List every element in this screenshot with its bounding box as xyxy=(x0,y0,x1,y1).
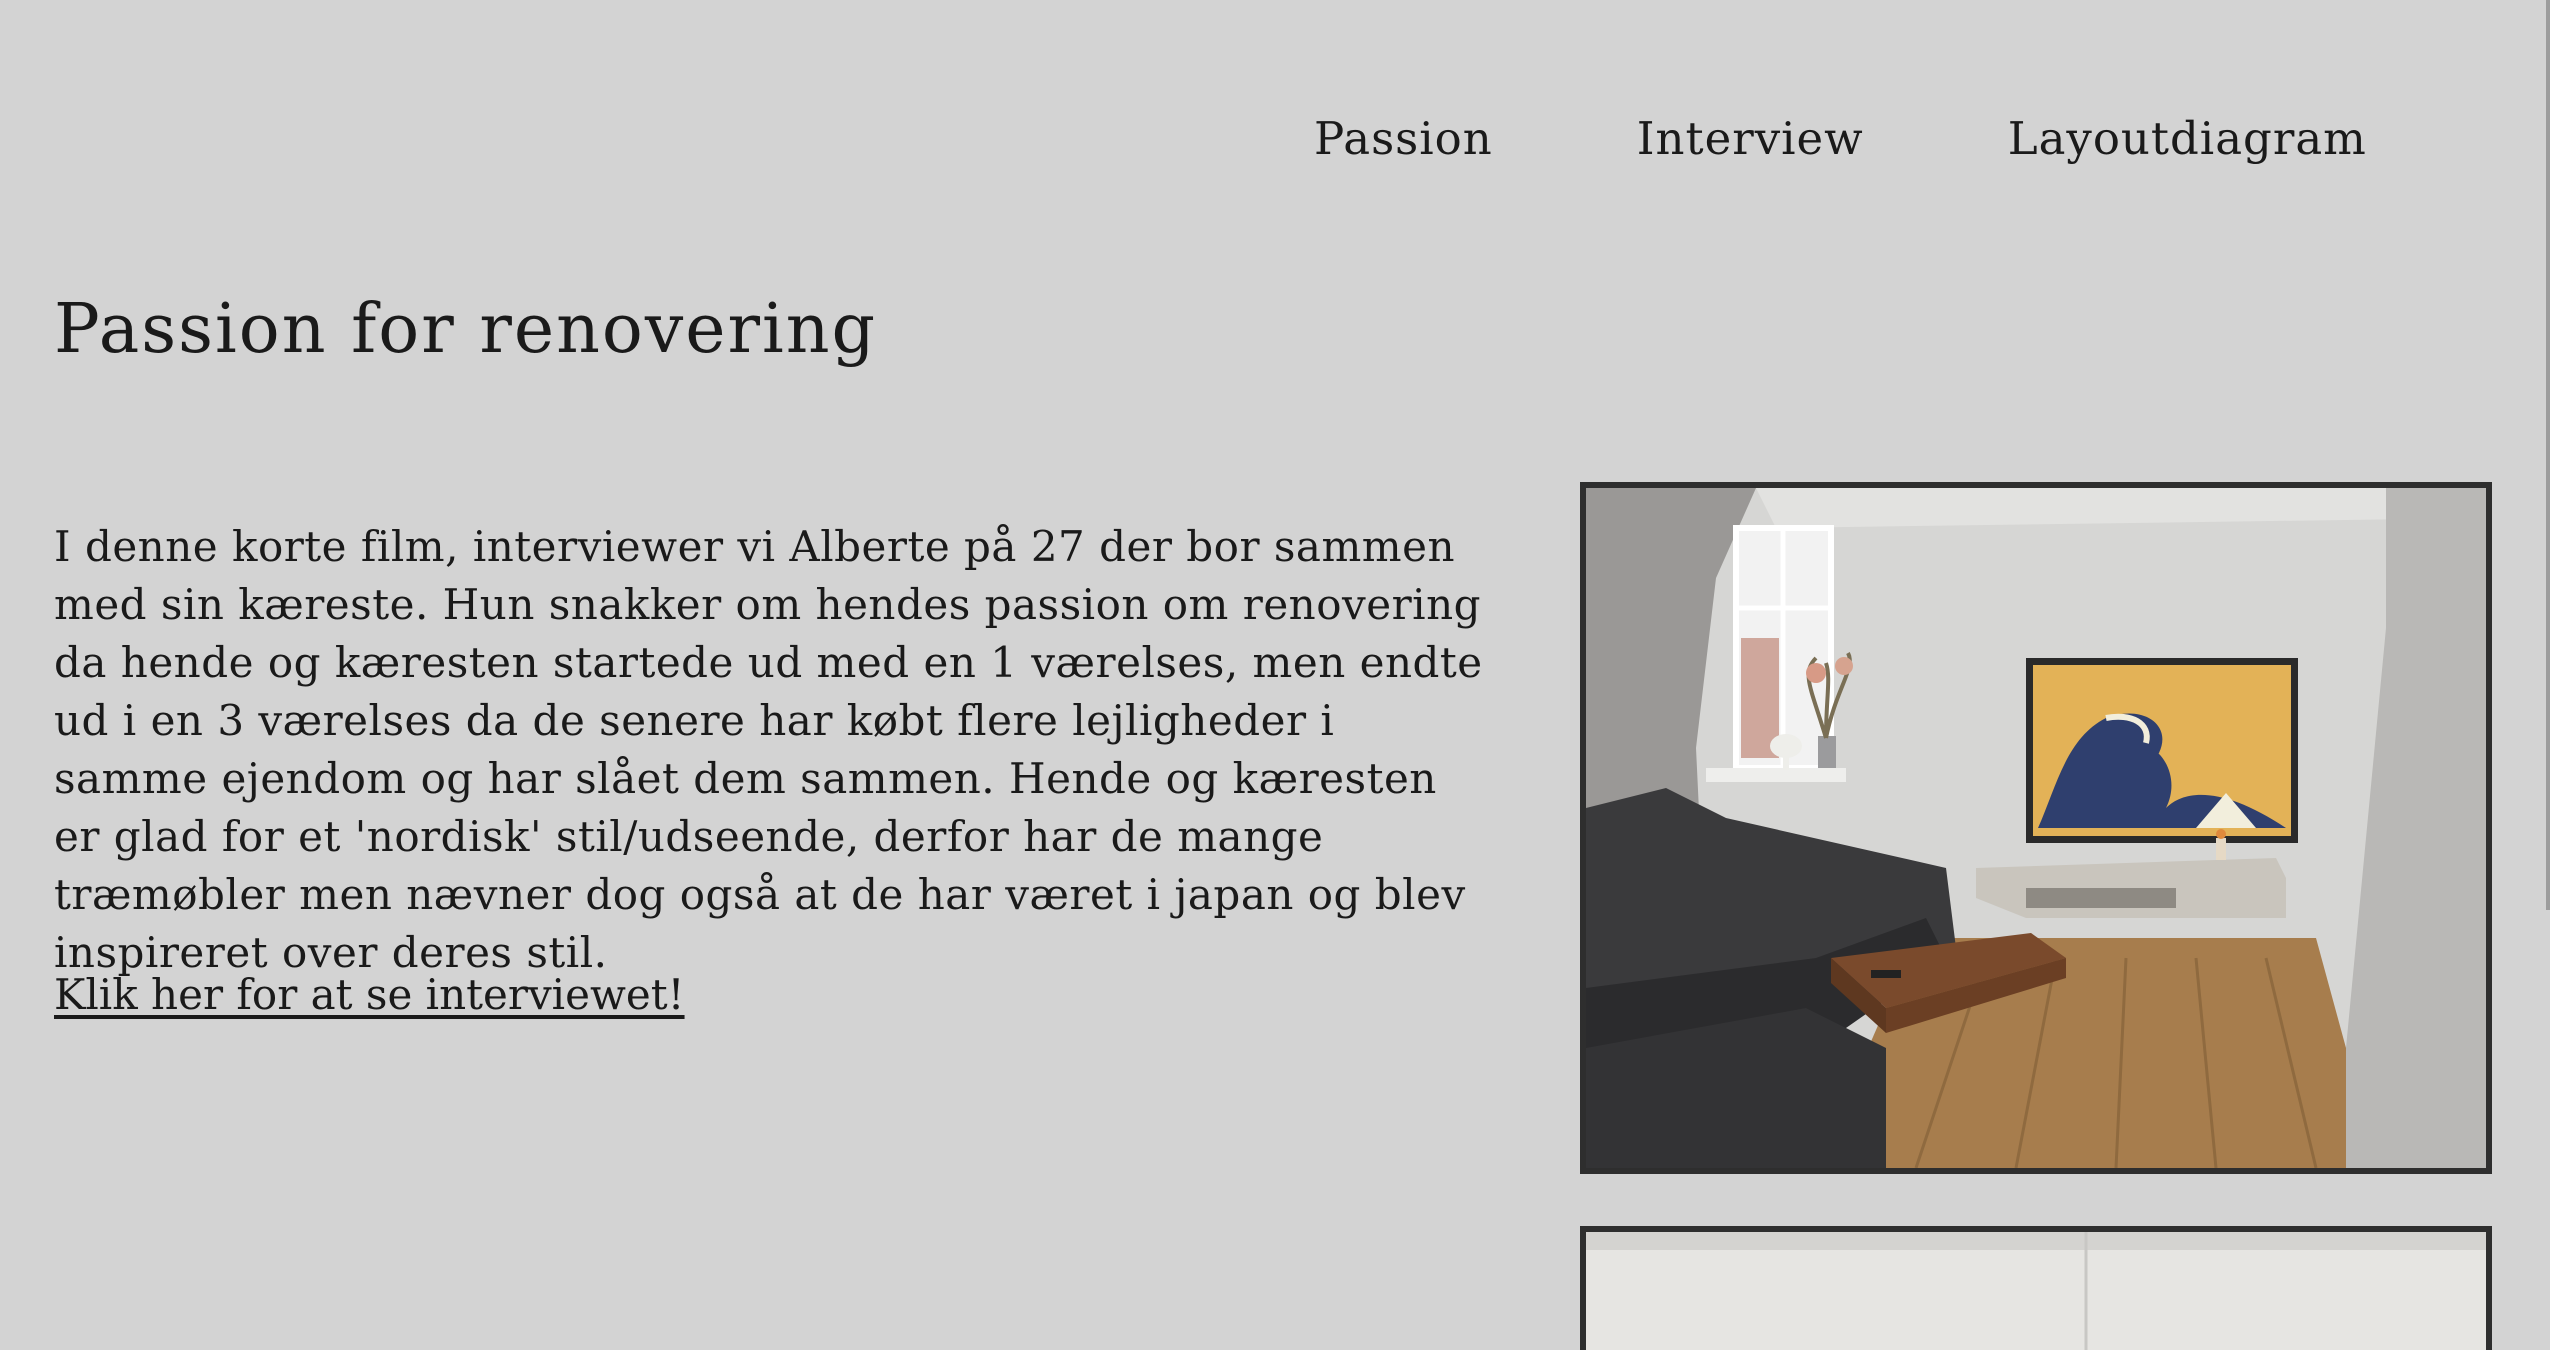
scrollbar[interactable] xyxy=(2546,0,2550,910)
living-room-photo xyxy=(1580,482,2492,1174)
page: Passion Interview Layoutdiagram Passion … xyxy=(0,0,2550,1350)
nav-item-interview[interactable]: Interview xyxy=(1637,112,1864,165)
second-room-illustration xyxy=(1586,1232,2486,1350)
living-room-illustration xyxy=(1586,488,2486,1168)
main-nav: Passion Interview Layoutdiagram xyxy=(1314,112,2367,165)
page-title: Passion for renovering xyxy=(54,290,878,369)
interview-link[interactable]: Klik her for at se interviewet! xyxy=(54,970,685,1019)
intro-paragraph: I denne korte film, interviewer vi Alber… xyxy=(54,522,1483,977)
nav-item-passion[interactable]: Passion xyxy=(1314,112,1493,165)
nav-item-layoutdiagram[interactable]: Layoutdiagram xyxy=(2008,112,2367,165)
second-room-photo xyxy=(1580,1226,2492,1350)
